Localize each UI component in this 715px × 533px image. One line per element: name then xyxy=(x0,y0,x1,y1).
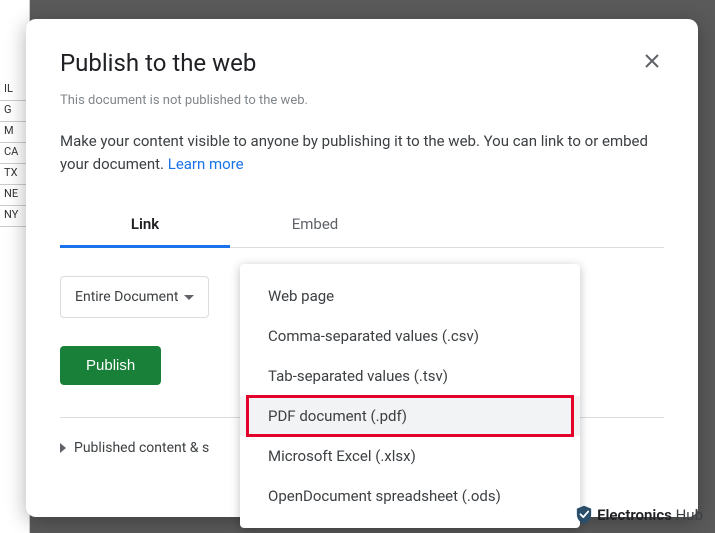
row-cell: G xyxy=(0,101,29,122)
row-cell: NE xyxy=(0,185,29,206)
shield-icon xyxy=(575,505,593,525)
close-icon xyxy=(644,53,660,69)
tab-embed[interactable]: Embed xyxy=(230,203,400,247)
tab-bar: Link Embed xyxy=(60,203,664,248)
menu-item-ods[interactable]: OpenDocument spreadsheet (.ods) xyxy=(240,476,580,516)
row-cell: CA xyxy=(0,143,29,164)
chevron-right-icon xyxy=(60,443,66,453)
description-text: Make your content visible to anyone by p… xyxy=(60,132,648,173)
format-dropdown-menu: Web page Comma-separated values (.csv) T… xyxy=(240,264,580,528)
scope-dropdown[interactable]: Entire Document xyxy=(60,276,209,318)
menu-item-xlsx[interactable]: Microsoft Excel (.xlsx) xyxy=(240,436,580,476)
row-cell: TX xyxy=(0,164,29,185)
expander-label: Published content & s xyxy=(74,440,209,456)
menu-item-label: PDF document (.pdf) xyxy=(268,407,407,425)
menu-item-csv[interactable]: Comma-separated values (.csv) xyxy=(240,316,580,356)
menu-item-webpage[interactable]: Web page xyxy=(240,276,580,316)
watermark-text2: Hub xyxy=(676,506,703,524)
menu-item-pdf[interactable]: PDF document (.pdf) xyxy=(240,396,580,436)
dialog-title: Publish to the web xyxy=(60,49,256,77)
scope-dropdown-label: Entire Document xyxy=(75,289,178,305)
chevron-down-icon xyxy=(184,295,194,300)
watermark: Electronics Hub xyxy=(575,505,703,525)
dialog-description: Make your content visible to anyone by p… xyxy=(60,130,664,175)
row-cell: M xyxy=(0,122,29,143)
menu-item-tsv[interactable]: Tab-separated values (.tsv) xyxy=(240,356,580,396)
publish-status: This document is not published to the we… xyxy=(60,93,664,108)
watermark-text1: Electronics xyxy=(597,506,672,524)
learn-more-link[interactable]: Learn more xyxy=(168,155,244,173)
close-button[interactable] xyxy=(640,49,664,73)
row-cell: IL xyxy=(0,80,29,101)
tab-link[interactable]: Link xyxy=(60,203,230,248)
row-cell: NY xyxy=(0,206,29,227)
publish-button[interactable]: Publish xyxy=(60,346,161,385)
